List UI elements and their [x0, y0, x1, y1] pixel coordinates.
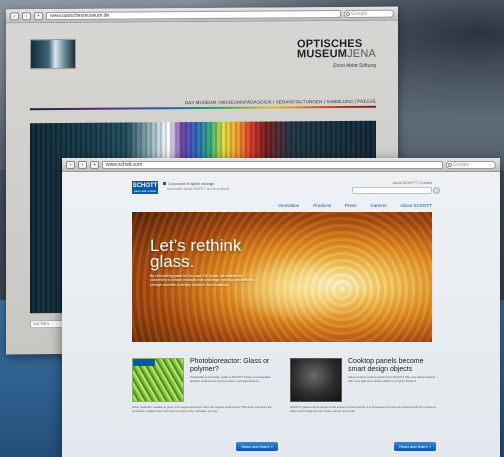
museum-title[interactable]: OPTISCHES MUSEUMJENA: [296, 38, 376, 61]
schott-logo[interactable]: SCHOTT glass made of ideas: [132, 181, 158, 194]
browser-search-placeholder: Google: [453, 161, 470, 168]
hero-headline-line2: glass.: [150, 252, 195, 271]
back-button[interactable]: ‹: [66, 160, 75, 169]
nav-item-about[interactable]: About SCHOTT: [400, 203, 432, 208]
corporate-selector[interactable]: Corporate English change: [163, 181, 214, 186]
article-title[interactable]: Photobioreactor: Glass or polymer?: [190, 358, 280, 373]
corporate-label: Corporate: [168, 181, 186, 186]
article-text: Sustainable productivity, made of SCHOTT…: [190, 375, 271, 383]
article-card: Photobioreactor: Glass or polymer? Susta…: [132, 358, 280, 453]
article-text: Glass-ceramic cooktop panels from SCHOTT…: [348, 375, 436, 383]
address-bar[interactable]: www.schott.com: [102, 160, 443, 169]
forward-button[interactable]: ›: [78, 160, 87, 169]
browser-toolbar: ‹ › + www.schott.com Google: [62, 158, 500, 172]
schott-logo-tagline: glass made of ideas: [133, 190, 157, 193]
hero-body-text: By reinventing glass for the past 130 ye…: [150, 274, 255, 287]
museum-subtitle: Ernst Abbe Stiftung: [333, 62, 376, 70]
schott-page: SCHOTT glass made of ideas Corporate Eng…: [62, 172, 500, 457]
browser-window-schott[interactable]: ‹ › + www.schott.com Google SCHOTT glass…: [62, 158, 500, 457]
corporate-marker-icon: [163, 182, 166, 186]
nav-item-press[interactable]: Press: [345, 203, 357, 208]
read-more-button[interactable]: Read and learn! »: [236, 442, 278, 451]
museum-title-thin: JENA: [347, 47, 376, 60]
spectrum-divider: [30, 105, 376, 111]
search-icon: [346, 11, 350, 16]
hero-banner[interactable]: Let’s rethink glass. By reinventing glas…: [132, 212, 432, 342]
browser-search-field[interactable]: Google: [446, 160, 496, 169]
browser-search-placeholder: Google: [351, 10, 368, 17]
site-search-input[interactable]: [352, 187, 440, 194]
article-image[interactable]: [132, 358, 184, 402]
address-bar[interactable]: www.optischesmuseum.de: [46, 9, 341, 20]
add-tab-button[interactable]: +: [34, 11, 43, 20]
main-nav: Innovation Products Press Careers About …: [278, 203, 432, 208]
article-text-continued: which material is suitable to grow micro…: [132, 405, 272, 413]
museum-search-input[interactable]: suchen...: [30, 319, 64, 329]
read-more-button[interactable]: Read and learn! »: [394, 442, 436, 451]
nav-item-products[interactable]: Products: [313, 203, 331, 208]
forward-button[interactable]: ›: [22, 11, 31, 20]
browser-search-field[interactable]: Google: [344, 9, 394, 18]
search-go-button[interactable]: [433, 187, 440, 194]
article-title[interactable]: Cooktop panels become smart design objec…: [348, 358, 438, 373]
change-language-link[interactable]: change: [201, 181, 214, 186]
museum-title-line2: MUSEUMJENA: [296, 47, 376, 61]
museum-title-bold: MUSEUM: [296, 47, 348, 61]
museum-nav-menu[interactable]: DAS MUSEUM | MUSEUMSPÄDAGOGIK | VERANSTA…: [185, 99, 376, 105]
museum-logo-image[interactable]: [30, 38, 76, 70]
article-text-continued: SCHOTT glass-ceramic design is the answe…: [290, 405, 437, 413]
top-links[interactable]: About SCHOTT | Contact: [393, 181, 432, 185]
add-tab-button[interactable]: +: [90, 160, 99, 169]
nav-item-innovation[interactable]: Innovation: [278, 203, 299, 208]
nav-item-careers[interactable]: Careers: [370, 203, 386, 208]
corporate-note: Information about SCHOTT and its product…: [167, 187, 230, 191]
schott-logo-text: SCHOTT: [132, 183, 158, 189]
article-card: Cooktop panels become smart design objec…: [290, 358, 438, 453]
hero-headline: Let’s rethink glass.: [150, 237, 241, 271]
search-icon: [448, 162, 452, 167]
corporate-english: English: [186, 181, 201, 186]
article-image[interactable]: [290, 358, 342, 402]
back-button[interactable]: ‹: [10, 11, 19, 20]
